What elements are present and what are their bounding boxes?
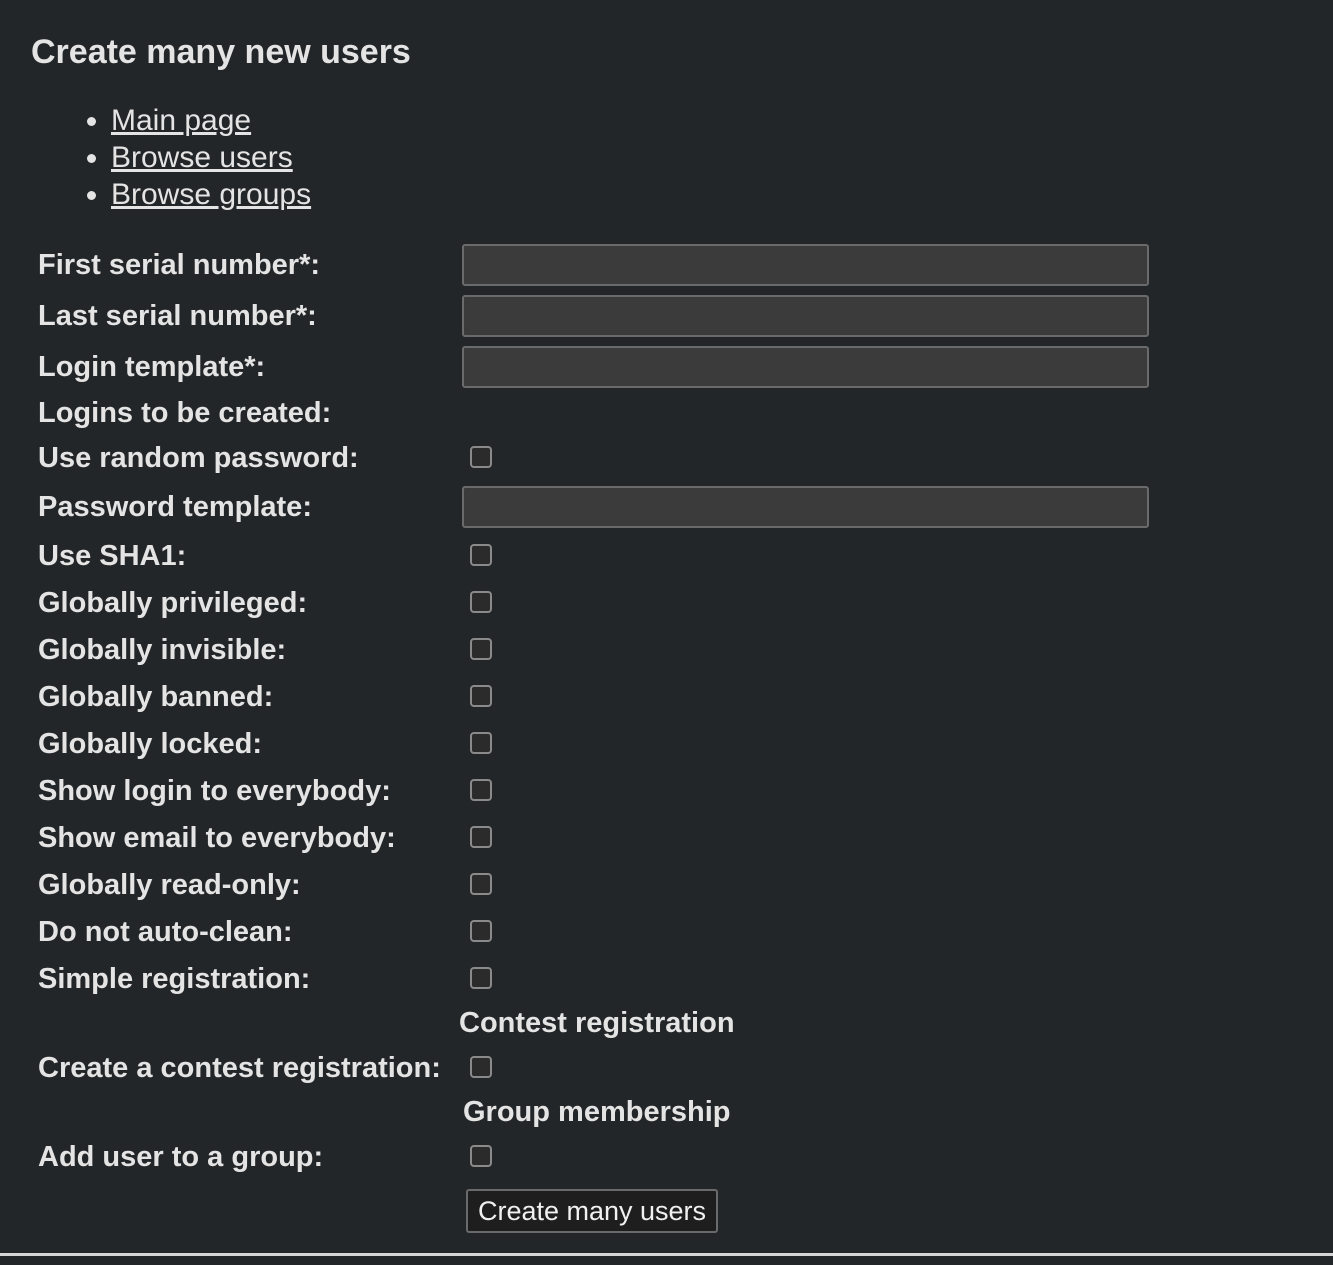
globally-read-only-label: Globally read-only: (38, 869, 301, 901)
first-serial-label: First serial number*: (38, 249, 321, 281)
first-serial-input[interactable] (462, 244, 1149, 286)
browse-groups-link[interactable]: Browse groups (111, 178, 311, 211)
globally-privileged-label: Globally privileged: (38, 587, 308, 619)
add-user-to-group-label: Add user to a group: (38, 1141, 324, 1173)
nav-list: Main page Browse users Browse groups (80, 102, 311, 213)
show-email-checkbox[interactable] (470, 826, 492, 848)
globally-banned-label: Globally banned: (38, 681, 274, 713)
do-not-auto-clean-checkbox[interactable] (470, 920, 492, 942)
show-login-checkbox[interactable] (470, 779, 492, 801)
use-sha1-label: Use SHA1: (38, 540, 187, 572)
password-template-input[interactable] (462, 486, 1149, 528)
group-membership-heading: Group membership (463, 1096, 731, 1128)
bottom-divider (0, 1253, 1333, 1256)
login-template-label: Login template*: (38, 351, 266, 383)
globally-locked-checkbox[interactable] (470, 732, 492, 754)
main-page-link[interactable]: Main page (111, 104, 251, 137)
browse-users-link[interactable]: Browse users (111, 141, 293, 174)
last-serial-input[interactable] (462, 295, 1149, 337)
password-template-label: Password template: (38, 491, 312, 523)
show-login-label: Show login to everybody: (38, 775, 391, 807)
logins-to-be-created-label: Logins to be created: (38, 397, 332, 429)
create-many-users-button[interactable]: Create many users (466, 1189, 718, 1233)
simple-registration-label: Simple registration: (38, 963, 311, 995)
globally-locked-label: Globally locked: (38, 728, 262, 760)
do-not-auto-clean-label: Do not auto-clean: (38, 916, 293, 948)
use-random-password-label: Use random password: (38, 442, 359, 474)
page: Create many new users Main page Browse u… (0, 0, 1333, 1265)
use-sha1-checkbox[interactable] (470, 544, 492, 566)
nav-item-main-page: Main page (111, 102, 311, 139)
globally-invisible-checkbox[interactable] (470, 638, 492, 660)
globally-read-only-checkbox[interactable] (470, 873, 492, 895)
use-random-password-checkbox[interactable] (470, 446, 492, 468)
nav-item-browse-groups: Browse groups (111, 176, 311, 213)
contest-registration-heading: Contest registration (459, 1007, 735, 1039)
simple-registration-checkbox[interactable] (470, 967, 492, 989)
show-email-label: Show email to everybody: (38, 822, 396, 854)
page-title: Create many new users (31, 33, 411, 71)
globally-banned-checkbox[interactable] (470, 685, 492, 707)
globally-invisible-label: Globally invisible: (38, 634, 287, 666)
nav-item-browse-users: Browse users (111, 139, 311, 176)
create-contest-registration-checkbox[interactable] (470, 1056, 492, 1078)
last-serial-label: Last serial number*: (38, 300, 317, 332)
create-contest-registration-label: Create a contest registration: (38, 1052, 441, 1084)
globally-privileged-checkbox[interactable] (470, 591, 492, 613)
login-template-input[interactable] (462, 346, 1149, 388)
add-user-to-group-checkbox[interactable] (470, 1145, 492, 1167)
